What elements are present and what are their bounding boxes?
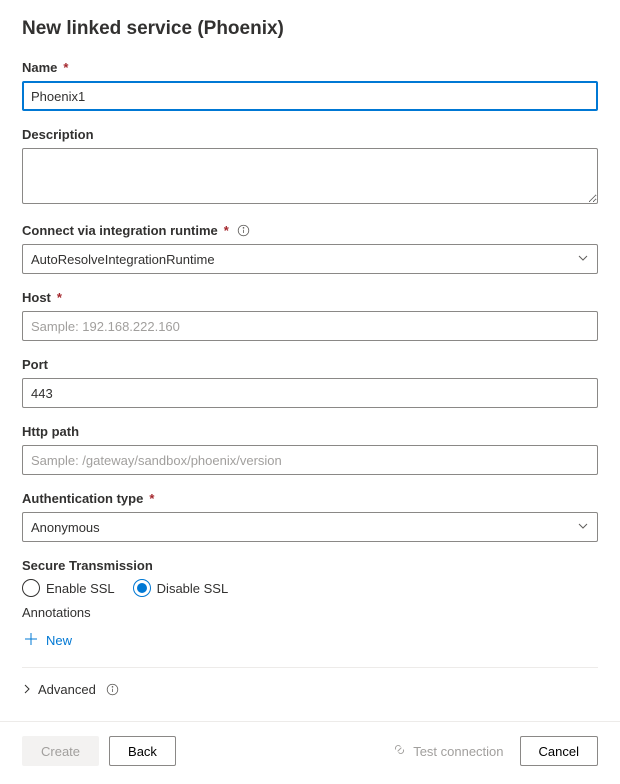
connection-icon — [392, 742, 407, 760]
host-input[interactable] — [22, 311, 598, 341]
name-input[interactable] — [22, 81, 598, 111]
page-title: New linked service (Phoenix) — [22, 18, 598, 40]
runtime-label: Connect via integration runtime* — [22, 223, 598, 238]
disable-ssl-label: Disable SSL — [157, 581, 229, 596]
description-input[interactable] — [22, 148, 598, 204]
annotations-label: Annotations — [22, 605, 598, 620]
enable-ssl-label: Enable SSL — [46, 581, 115, 596]
add-annotation-button[interactable]: New — [22, 628, 74, 653]
secure-transmission-label: Secure Transmission — [22, 558, 598, 573]
port-label: Port — [22, 357, 598, 372]
authtype-label: Authentication type* — [22, 491, 598, 506]
back-button[interactable]: Back — [109, 736, 176, 766]
chevron-down-icon — [577, 252, 589, 267]
chevron-down-icon — [577, 520, 589, 535]
chevron-right-icon — [22, 682, 32, 697]
httppath-label: Http path — [22, 424, 598, 439]
disable-ssl-radio[interactable]: Disable SSL — [133, 579, 229, 597]
plus-icon — [24, 632, 38, 649]
httppath-input[interactable] — [22, 445, 598, 475]
divider — [22, 667, 598, 668]
cancel-button[interactable]: Cancel — [520, 736, 598, 766]
description-label: Description — [22, 127, 598, 142]
authtype-select[interactable]: Anonymous — [22, 512, 598, 542]
name-label: Name* — [22, 60, 598, 75]
test-connection-button[interactable]: Test connection — [386, 741, 509, 761]
info-icon — [106, 683, 120, 697]
info-icon — [237, 224, 251, 238]
host-label: Host* — [22, 290, 598, 305]
create-button[interactable]: Create — [22, 736, 99, 766]
advanced-toggle[interactable]: Advanced — [22, 682, 598, 697]
enable-ssl-radio[interactable]: Enable SSL — [22, 579, 115, 597]
port-input[interactable] — [22, 378, 598, 408]
runtime-select[interactable]: AutoResolveIntegrationRuntime — [22, 244, 598, 274]
